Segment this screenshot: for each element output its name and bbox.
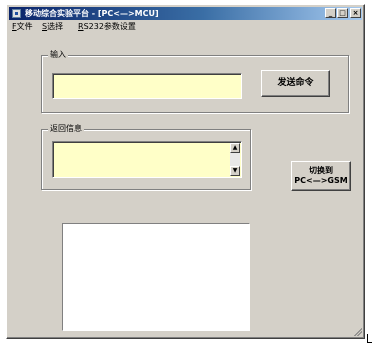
input-field[interactable] [52, 73, 242, 99]
title-bar[interactable]: 移动综合实验平台 - [PC<—>MCU] _ □ × [9, 7, 362, 20]
window-title: 移动综合实验平台 - [PC<—>MCU] [25, 9, 159, 18]
return-info-group-label: 返回信息 [48, 124, 84, 134]
resize-grip-icon[interactable] [353, 327, 362, 336]
menu-file-label: 文件 [16, 22, 33, 31]
menu-select[interactable]: S选择 [42, 21, 63, 33]
main-window: 移动综合实验平台 - [PC<—>MCU] _ □ × F文件 S选择 RS23… [6, 4, 365, 339]
menu-file[interactable]: F文件 [12, 21, 33, 33]
text-cursor-mark [367, 334, 372, 343]
maximize-icon[interactable]: □ [337, 8, 348, 18]
return-info-scrollbar[interactable]: ▲ ▼ [230, 143, 240, 176]
menu-bar: F文件 S选择 RS232参数设置 [9, 21, 362, 33]
switch-button-line1: 切换到 [309, 166, 333, 175]
switch-button-line2: PC<—>GSM [294, 176, 348, 185]
menu-select-label: 选择 [47, 22, 64, 31]
scroll-down-icon[interactable]: ▼ [230, 166, 240, 176]
return-info-group: 返回信息 ▲ ▼ [41, 124, 251, 190]
display-panel [62, 223, 250, 331]
input-group: 输入 发送命令 [41, 50, 349, 113]
send-command-button[interactable]: 发送命令 [261, 70, 330, 97]
input-group-label: 输入 [48, 50, 68, 60]
app-icon[interactable] [12, 9, 21, 18]
switch-to-gsm-button[interactable]: 切换到 PC<—>GSM [291, 161, 351, 191]
menu-rs232-settings[interactable]: RS232参数设置 [78, 21, 136, 33]
close-icon[interactable]: × [350, 8, 361, 18]
menu-rs232-label: S232参数设置 [83, 22, 136, 31]
minimize-icon[interactable]: _ [325, 8, 336, 18]
scroll-up-icon[interactable]: ▲ [230, 143, 240, 153]
return-info-field[interactable]: ▲ ▼ [52, 141, 242, 178]
